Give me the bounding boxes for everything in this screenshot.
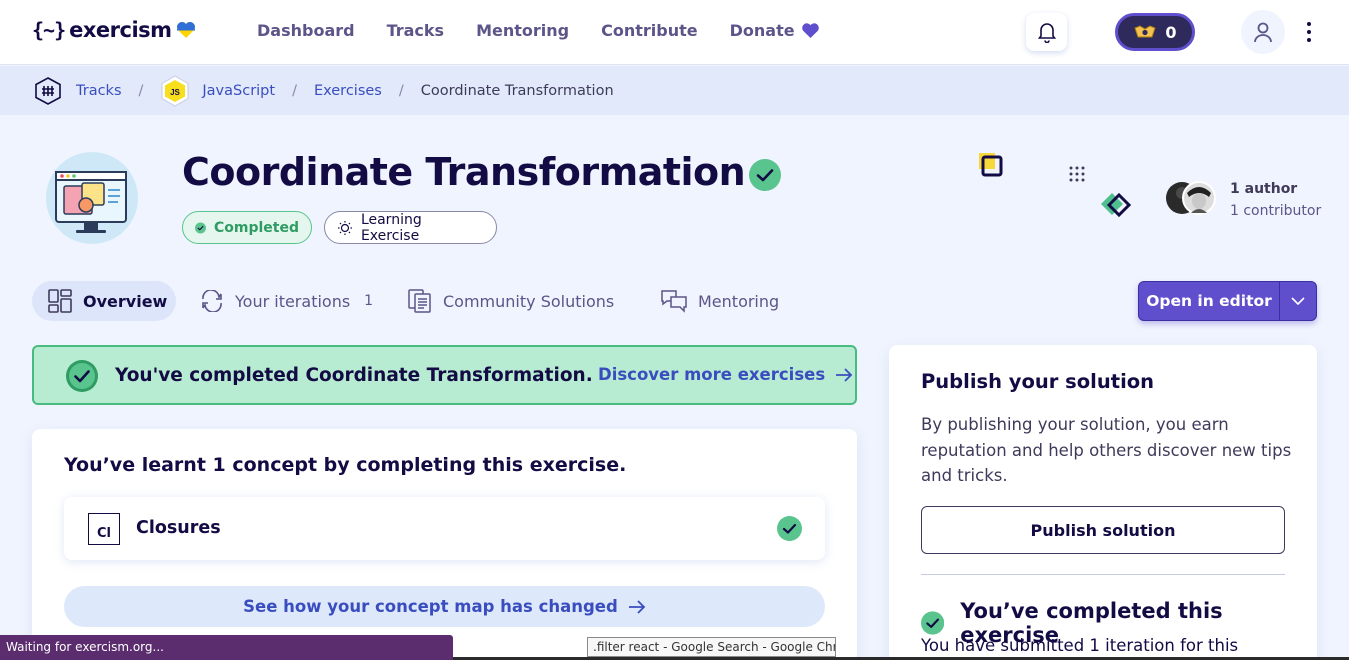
iterations-icon [202,290,222,312]
js-badge-text: JS [170,88,180,97]
contributors-count: 1 contributor [1230,203,1322,219]
completed-status-pill: Completed [182,211,312,244]
browser-status-text: Waiting for exercism.org... [6,640,164,654]
breadcrumb-separator: / [292,82,297,99]
decorative-dots-icon [1069,166,1085,182]
breadcrumb: Tracks / JS JavaScript / Exercises / Coo… [0,66,1349,115]
breadcrumb-javascript[interactable]: JavaScript [202,83,275,99]
discover-more-link[interactable]: Discover more exercises [598,365,853,384]
concept-map-label: See how your concept map has changed [243,597,618,616]
publish-heading: Publish your solution [921,370,1155,393]
concept-icon: Cl [88,513,120,545]
decorative-diamond-icon [1101,192,1132,218]
reputation-button[interactable]: 0 [1115,13,1195,51]
tab-community-solutions[interactable]: Community Solutions [407,281,614,321]
publish-solution-button[interactable]: Publish solution [921,506,1285,554]
concept-check-icon [777,516,802,541]
tab-mentoring-label: Mentoring [698,291,780,311]
notifications-button[interactable] [1026,13,1067,51]
donate-label: Donate [729,21,795,40]
nav-donate[interactable]: Donate [730,21,820,40]
main-nav: Dashboard Tracks Mentoring Contribute Do… [257,21,820,40]
tab-mentoring[interactable]: Mentoring [660,281,779,321]
chevron-down-icon [1291,297,1305,305]
nav-dashboard[interactable]: Dashboard [257,21,355,40]
browser-status-bar: Waiting for exercism.org... [0,635,453,660]
open-in-editor-label: Open in editor [1146,292,1272,310]
open-in-editor-button[interactable]: Open in editor [1138,281,1317,321]
top-navigation: {~} exercism Dashboard Tracks Mentoring … [0,0,1349,65]
tab-overview-label: Overview [83,291,168,311]
discover-more-label: Discover more exercises [598,365,826,384]
concept-name: Closures [136,518,221,538]
nav-tracks[interactable]: Tracks [387,21,445,40]
reputation-icon [1134,25,1157,38]
window-tooltip: .filter react - Google Search - Google C… [587,637,836,657]
check-icon [195,222,206,233]
user-menu-button[interactable] [1241,10,1285,54]
tab-overview[interactable]: Overview [32,281,176,321]
publish-description: By publishing your solution, you earn re… [921,415,1292,485]
completed-check-icon [66,360,98,392]
completion-message: You've completed Coordinate Transformati… [115,365,593,386]
publish-panel: Publish your solution By publishing your… [889,345,1317,660]
community-solutions-icon [408,289,431,313]
bell-icon [1037,23,1056,43]
authors-info[interactable]: 1 author 1 contributor [1230,178,1321,222]
tracks-hex-icon [35,76,61,105]
breadcrumb-separator: / [138,82,144,99]
javascript-track-icon: JS [161,74,189,107]
tab-iterations[interactable]: Your iterations 1 [199,281,373,321]
overview-icon [48,289,72,313]
nav-mentoring[interactable]: Mentoring [476,21,569,40]
ukraine-heart-icon [176,22,195,38]
learning-exercise-pill: Learning Exercise [324,211,497,244]
authors-count: 1 author [1230,181,1298,197]
divider [921,574,1285,575]
exercism-logo[interactable]: {~} exercism [32,18,196,42]
concept-map-link[interactable]: See how your concept map has changed [64,586,825,627]
tab-iterations-label: Your iterations [235,291,351,311]
tab-community-label: Community Solutions [443,291,615,311]
reputation-count: 0 [1165,22,1177,42]
learning-label: Learning Exercise [360,211,422,244]
breadcrumb-exercises[interactable]: Exercises [314,83,382,99]
arrow-right-icon [628,599,646,614]
check-icon [921,611,945,635]
breadcrumb-current: Coordinate Transformation [420,82,614,99]
arrow-right-icon [836,367,853,382]
concepts-learnt-card: You’ve learnt 1 concept by completing th… [32,429,857,660]
logo-wordmark: exercism [69,18,172,42]
logo-braces: {~} [32,18,66,42]
editor-dropdown-toggle[interactable] [1280,297,1316,305]
breadcrumb-separator: / [398,82,404,99]
lightbulb-icon [337,220,352,235]
mentoring-icon [661,290,687,313]
heart-icon [801,23,819,39]
concepts-heading: You’ve learnt 1 concept by completing th… [64,454,627,476]
author-avatars[interactable] [1165,181,1217,215]
decorative-square-icon [979,153,1003,177]
concept-item[interactable]: Cl Closures [64,497,825,560]
exercise-icon [46,152,138,244]
submitted-iterations-text: You have submitted 1 iteration for this [921,636,1239,655]
nav-contribute[interactable]: Contribute [601,21,698,40]
iterations-count: 1 [364,293,374,309]
completed-label: Completed [213,219,299,236]
exercise-title: Coordinate Transformation [182,150,746,194]
user-icon [1254,22,1272,43]
completed-check-icon [749,159,781,191]
breadcrumb-tracks[interactable]: Tracks [76,83,122,99]
completion-banner: You've completed Coordinate Transformati… [32,345,857,405]
more-options-icon[interactable] [1304,22,1314,42]
